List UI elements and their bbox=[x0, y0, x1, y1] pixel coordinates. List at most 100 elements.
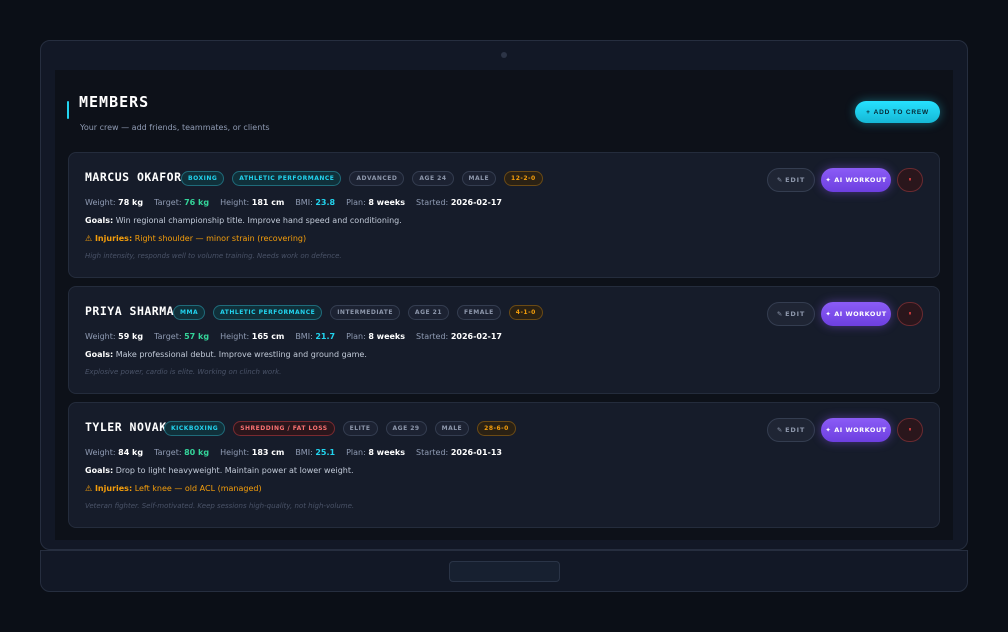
goal-tag: ATHLETIC PERFORMANCE bbox=[213, 305, 323, 320]
member-stats: Weight: 84 kg Target: 80 kg Height: 183 … bbox=[85, 448, 502, 457]
bmi-value: 23.8 bbox=[315, 198, 336, 207]
bmi-value: 25.1 bbox=[315, 448, 336, 457]
sparkle-icon: ✦ bbox=[825, 310, 832, 318]
discipline-tag: MMA bbox=[173, 305, 206, 320]
age-tag: AGE 24 bbox=[412, 171, 454, 186]
member-injuries: ⚠ Injuries: Right shoulder — minor strai… bbox=[85, 234, 306, 243]
bmi-label: BMI: bbox=[295, 198, 313, 207]
member-name: TYLER NOVAK bbox=[85, 420, 167, 434]
member-goals: Goals: Make professional debut. Improve … bbox=[85, 350, 367, 359]
delete-icon: ⏸ bbox=[908, 426, 912, 433]
started-value: 2026-02-17 bbox=[450, 332, 502, 341]
gender-tag: MALE bbox=[461, 171, 497, 186]
member-actions: ✎ EDIT ✦ AI WORKOUT ⏸ bbox=[767, 418, 923, 442]
level-tag: ELITE bbox=[342, 421, 378, 436]
plan-value: 8 weeks bbox=[368, 332, 406, 341]
plan-value: 8 weeks bbox=[368, 198, 406, 207]
age-tag: AGE 21 bbox=[407, 305, 450, 320]
ai-workout-button[interactable]: ✦ AI WORKOUT bbox=[821, 418, 891, 442]
weight-label: Weight: bbox=[85, 448, 116, 457]
weight-value: 78 kg bbox=[118, 198, 144, 207]
plan-label: Plan: bbox=[346, 332, 366, 341]
app-screen: MEMBERS Your crew — add friends, teammat… bbox=[55, 70, 953, 540]
goals-text: Drop to light heavyweight. Maintain powe… bbox=[115, 466, 354, 475]
edit-label: EDIT bbox=[785, 426, 806, 434]
pencil-icon: ✎ bbox=[776, 426, 784, 434]
goals-text: Make professional debut. Improve wrestli… bbox=[115, 350, 367, 359]
edit-label: EDIT bbox=[785, 310, 806, 318]
started-label: Started: bbox=[416, 448, 449, 457]
target-label: Target: bbox=[154, 332, 182, 341]
plan-label: Plan: bbox=[346, 198, 366, 207]
title-accent-bar bbox=[67, 101, 69, 119]
member-goals: Goals: Win regional championship title. … bbox=[85, 216, 402, 225]
height-value: 165 cm bbox=[251, 332, 285, 341]
bmi-label: BMI: bbox=[295, 332, 313, 341]
add-to-crew-button[interactable]: + ADD TO CREW bbox=[855, 101, 940, 123]
page-subtitle: Your crew — add friends, teammates, or c… bbox=[80, 123, 270, 132]
page-title: MEMBERS bbox=[79, 93, 150, 111]
injuries-text: Left knee — old ACL (managed) bbox=[134, 484, 262, 493]
member-injuries: ⚠ Injuries: Left knee — old ACL (managed… bbox=[85, 484, 262, 493]
add-to-crew-label: ADD TO CREW bbox=[873, 108, 929, 116]
member-actions: ✎ EDIT ✦ AI WORKOUT ⏸ bbox=[767, 168, 923, 192]
height-value: 183 cm bbox=[251, 448, 285, 457]
gender-tag: MALE bbox=[434, 421, 470, 436]
member-name: MARCUS OKAFOR bbox=[85, 170, 182, 184]
trackpad bbox=[449, 561, 560, 582]
delete-button[interactable]: ⏸ bbox=[897, 418, 923, 442]
injuries-label: ⚠ Injuries: bbox=[85, 484, 133, 493]
edit-button[interactable]: ✎ EDIT bbox=[767, 168, 815, 192]
goals-label: Goals: bbox=[85, 216, 114, 225]
weight-label: Weight: bbox=[85, 332, 116, 341]
sparkle-icon: ✦ bbox=[825, 426, 832, 434]
started-value: 2026-02-17 bbox=[450, 198, 502, 207]
delete-icon: ⏸ bbox=[908, 310, 912, 317]
record-tag: 12-2-0 bbox=[504, 171, 543, 186]
target-value: 76 kg bbox=[184, 198, 210, 207]
goal-tag: SHREDDING / FAT LOSS bbox=[233, 421, 335, 436]
level-tag: INTERMEDIATE bbox=[330, 305, 400, 320]
delete-button[interactable]: ⏸ bbox=[897, 302, 923, 326]
discipline-tag: BOXING bbox=[181, 171, 225, 186]
goal-tag: ATHLETIC PERFORMANCE bbox=[232, 171, 342, 186]
target-value: 80 kg bbox=[184, 448, 210, 457]
member-card: PRIYA SHARMA MMA ATHLETIC PERFORMANCE IN… bbox=[68, 286, 940, 394]
ai-workout-button[interactable]: ✦ AI WORKOUT bbox=[821, 302, 891, 326]
age-tag: AGE 29 bbox=[385, 421, 427, 436]
member-tags: KICKBOXING SHREDDING / FAT LOSS ELITE AG… bbox=[164, 421, 516, 436]
member-stats: Weight: 59 kg Target: 57 kg Height: 165 … bbox=[85, 332, 502, 341]
goals-label: Goals: bbox=[85, 350, 114, 359]
camera-icon bbox=[501, 52, 507, 58]
edit-button[interactable]: ✎ EDIT bbox=[767, 302, 815, 326]
delete-icon: ⏸ bbox=[908, 176, 912, 183]
delete-button[interactable]: ⏸ bbox=[897, 168, 923, 192]
sparkle-icon: ✦ bbox=[825, 176, 832, 184]
height-label: Height: bbox=[220, 448, 250, 457]
member-tags: MMA ATHLETIC PERFORMANCE INTERMEDIATE AG… bbox=[173, 305, 543, 320]
bmi-label: BMI: bbox=[295, 448, 313, 457]
injuries-text: Right shoulder — minor strain (recoverin… bbox=[134, 234, 307, 243]
target-value: 57 kg bbox=[184, 332, 210, 341]
record-tag: 28-6-0 bbox=[477, 421, 516, 436]
gender-tag: FEMALE bbox=[457, 305, 501, 320]
started-label: Started: bbox=[416, 198, 449, 207]
member-goals: Goals: Drop to light heavyweight. Mainta… bbox=[85, 466, 354, 475]
record-tag: 4-1-0 bbox=[508, 305, 543, 320]
pencil-icon: ✎ bbox=[776, 176, 784, 184]
member-stats: Weight: 78 kg Target: 76 kg Height: 181 … bbox=[85, 198, 502, 207]
pencil-icon: ✎ bbox=[776, 310, 784, 318]
ai-workout-label: AI WORKOUT bbox=[834, 310, 887, 318]
discipline-tag: KICKBOXING bbox=[164, 421, 226, 436]
weight-label: Weight: bbox=[85, 198, 116, 207]
edit-label: EDIT bbox=[785, 176, 806, 184]
member-card: MARCUS OKAFOR BOXING ATHLETIC PERFORMANC… bbox=[68, 152, 940, 278]
member-name: PRIYA SHARMA bbox=[85, 304, 175, 318]
edit-button[interactable]: ✎ EDIT bbox=[767, 418, 815, 442]
member-card: TYLER NOVAK KICKBOXING SHREDDING / FAT L… bbox=[68, 402, 940, 528]
plan-label: Plan: bbox=[346, 448, 366, 457]
target-label: Target: bbox=[154, 448, 182, 457]
height-label: Height: bbox=[220, 198, 250, 207]
ai-workout-button[interactable]: ✦ AI WORKOUT bbox=[821, 168, 891, 192]
ai-workout-label: AI WORKOUT bbox=[834, 176, 887, 184]
